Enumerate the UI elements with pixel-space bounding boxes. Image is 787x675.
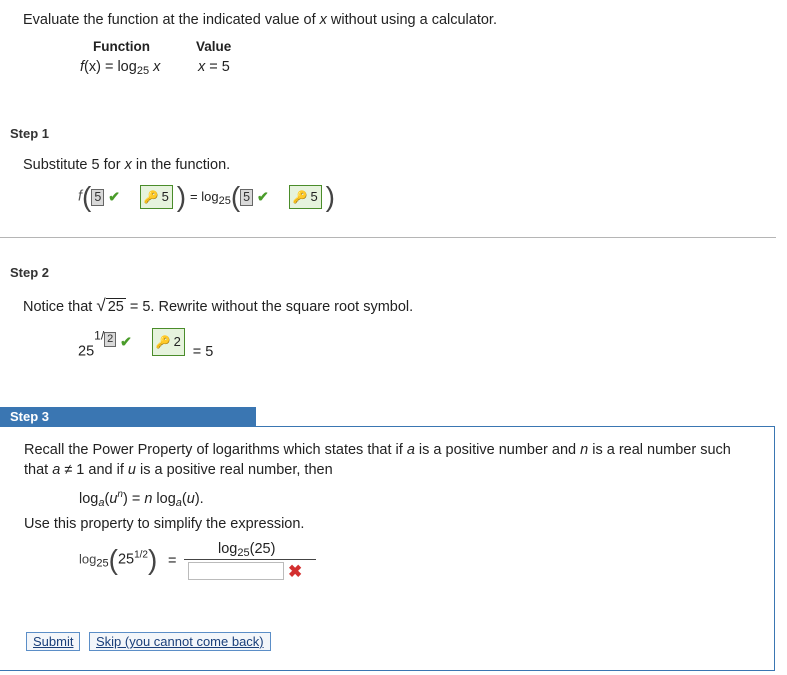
step3-use-text: Use this property to simplify the expres… — [24, 516, 305, 532]
submit-wrap: Submit — [26, 632, 81, 651]
step2-expression: 251/2 ✔ 🔑 2 = 5 — [78, 328, 214, 360]
divider — [0, 237, 776, 238]
step2-answer-box: 2 — [104, 331, 117, 347]
denominator-input[interactable] — [188, 562, 284, 580]
value-header: Value — [196, 39, 232, 54]
step2-label: Step 2 — [10, 265, 50, 280]
skip-wrap: Skip (you cannot come back) — [89, 632, 271, 651]
answer-key-button-1[interactable]: 🔑 5 — [139, 185, 173, 209]
sqrt-symbol: √ — [96, 296, 106, 315]
question-prompt: Evaluate the function at the indicated v… — [23, 12, 497, 28]
check-icon: ✔ — [108, 188, 120, 205]
function-header: Function — [93, 39, 150, 54]
step2-instruction: Notice that √ 25 = 5. Rewrite without the… — [23, 296, 414, 315]
answer-key-button-3[interactable]: 🔑 2 — [151, 328, 185, 356]
power-property-rule: loga(un) = n loga(u). — [79, 489, 204, 509]
value-expression: x = 5 — [198, 59, 230, 75]
fraction-numerator: log25(25) — [218, 541, 276, 559]
key-icon: 🔑 — [155, 335, 171, 349]
equals-sign: = — [168, 553, 177, 569]
step1-instruction: Substitute 5 for x in the function. — [23, 157, 231, 173]
step3-header: Step 3 — [0, 407, 256, 426]
submit-button[interactable]: Submit — [26, 632, 81, 651]
check-icon: ✔ — [120, 333, 132, 350]
step3-lhs-expression: log25(251/2) — [79, 544, 158, 575]
key-icon: 🔑 — [143, 190, 159, 204]
step1-expression: f(5 ✔ 🔑 5 ) = log25(5 ✔ 🔑 5 ) — [78, 181, 335, 212]
denominator-input-wrap — [188, 562, 284, 580]
step1-answer-box-2: 5 — [240, 188, 254, 206]
step3-paragraph-line1: Recall the Power Property of logarithms … — [24, 442, 731, 458]
function-expression: f(x) = log25 x — [80, 59, 161, 77]
key-icon: 🔑 — [292, 190, 308, 204]
check-icon: ✔ — [257, 188, 269, 205]
incorrect-x-icon: ✖ — [288, 562, 303, 581]
step1-answer-box-1: 5 — [91, 188, 105, 206]
step3-paragraph-line2: that a ≠ 1 and if u is a positive real n… — [24, 462, 333, 478]
fraction-bar — [184, 559, 316, 560]
skip-button[interactable]: Skip (you cannot come back) — [89, 632, 271, 651]
answer-key-button-2[interactable]: 🔑 5 — [288, 185, 322, 209]
step1-label: Step 1 — [10, 126, 50, 141]
